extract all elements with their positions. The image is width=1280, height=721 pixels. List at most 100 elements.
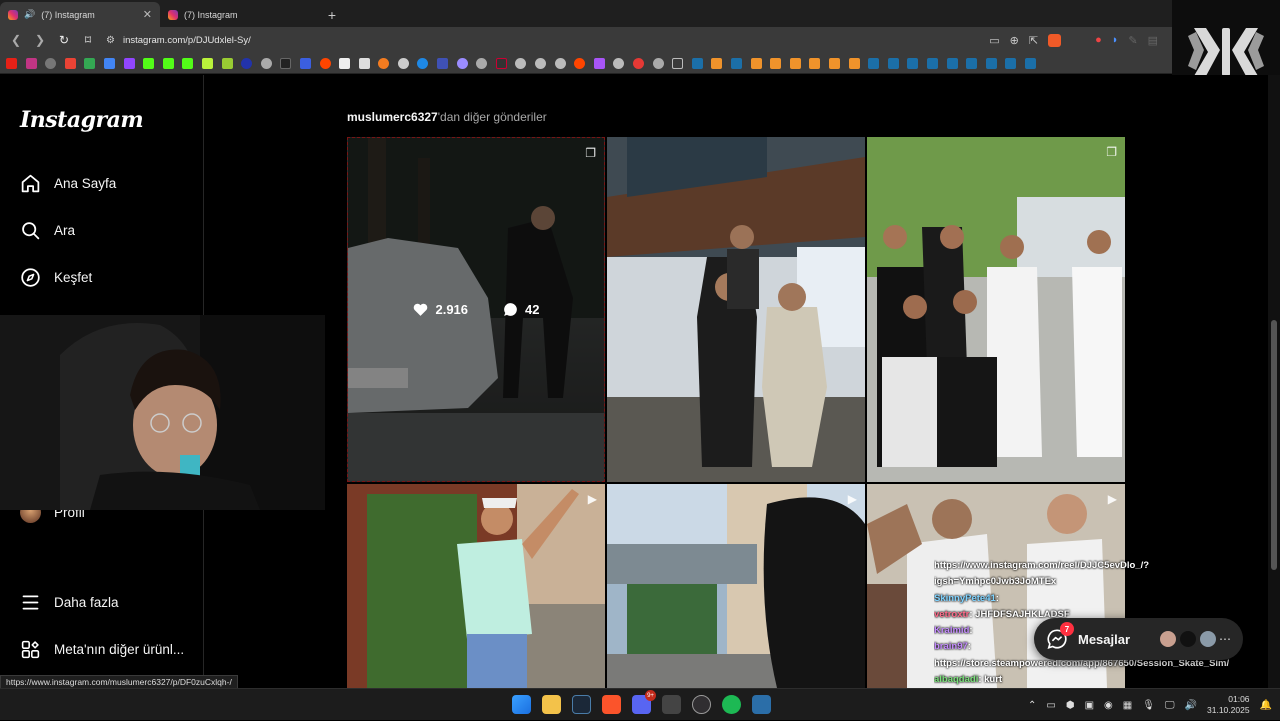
nav-explore[interactable]: Keşfet xyxy=(20,267,92,288)
bookmark-icon[interactable] xyxy=(809,57,821,69)
post-thumbnail[interactable]: 2.916 42 ❐ xyxy=(347,137,605,482)
battery-icon[interactable]: ▭ xyxy=(1046,700,1055,711)
tray-icon[interactable]: ▦ xyxy=(1123,700,1132,711)
clock[interactable]: 01:06 31.10.2025 xyxy=(1207,694,1250,716)
browser-tab-active[interactable]: 🔊 (7) Instagram ✕ xyxy=(0,2,160,27)
bookmark-icon[interactable] xyxy=(593,57,605,69)
chevron-up-icon[interactable]: ⌃ xyxy=(1028,700,1036,711)
bookmark-icon[interactable] xyxy=(495,57,507,69)
bookmark-icon[interactable] xyxy=(554,57,566,69)
bookmark-icon[interactable] xyxy=(456,57,468,69)
bookmark-icon[interactable] xyxy=(103,57,115,69)
bookmark-icon[interactable] xyxy=(260,57,272,69)
bookmark-icon[interactable] xyxy=(299,57,311,69)
bookmark-steam-icon[interactable] xyxy=(907,57,919,69)
nav-more[interactable]: Daha fazla xyxy=(20,592,119,613)
page-scrollbar[interactable] xyxy=(1268,75,1280,688)
network-icon[interactable]: 🖵 xyxy=(1165,700,1175,711)
post-thumbnail[interactable]: ▶ xyxy=(607,484,865,688)
bookmark-steam-icon[interactable] xyxy=(868,57,880,69)
post-hover-overlay[interactable]: 2.916 42 xyxy=(348,138,604,481)
windows-start-icon[interactable] xyxy=(512,695,531,714)
bookmark-steam-icon[interactable] xyxy=(691,57,703,69)
folder-icon[interactable] xyxy=(672,57,684,69)
messages-button[interactable]: 7 Mesajlar ⋯ xyxy=(1034,618,1243,660)
username-link[interactable]: muslumerc6327 xyxy=(347,110,438,124)
bookmark-icon[interactable] xyxy=(750,57,762,69)
bookmark-icon[interactable] xyxy=(770,57,782,69)
brave-shield-icon[interactable] xyxy=(1048,33,1062,47)
nav-home[interactable]: Ana Sayfa xyxy=(20,173,116,194)
app-icon[interactable] xyxy=(752,695,771,714)
post-thumbnail[interactable]: ▶ xyxy=(347,484,605,688)
scrollbar-thumb[interactable] xyxy=(1271,320,1277,570)
bookmark-icon[interactable] xyxy=(241,57,253,69)
bookmark-kick-icon[interactable] xyxy=(182,57,194,69)
bookmark-icon[interactable] xyxy=(711,57,723,69)
bookmark-steam-icon[interactable] xyxy=(887,57,899,69)
extension-icon[interactable]: ● xyxy=(1095,34,1102,46)
bookmark-twitch-icon[interactable] xyxy=(123,57,135,69)
address-bar[interactable]: ⚙ instagram.com/p/DJUdxlel-Sy/ xyxy=(102,30,985,50)
bookmark-kick-icon[interactable] xyxy=(162,57,174,69)
bookmark-instagram-icon[interactable] xyxy=(25,57,37,69)
volume-icon[interactable]: 🔊 xyxy=(1185,700,1197,711)
bookmark-amazon-icon[interactable] xyxy=(358,57,370,69)
microphone-icon[interactable]: 🎙 xyxy=(1142,700,1155,711)
app-icon[interactable] xyxy=(662,695,681,714)
discord-icon[interactable]: 9+ xyxy=(632,690,656,714)
bookmark-icon[interactable] xyxy=(535,57,547,69)
share-icon[interactable]: ⇱ xyxy=(1029,34,1038,47)
tray-icon[interactable]: ▣ xyxy=(1085,700,1094,711)
bookmark-icon[interactable] xyxy=(339,57,351,69)
bookmark-icon[interactable] xyxy=(378,57,390,69)
bookmark-icon[interactable] xyxy=(417,57,429,69)
bookmark-icon[interactable] xyxy=(45,57,57,69)
bookmark-icon[interactable]: ⌑ xyxy=(78,30,98,50)
notification-icon[interactable]: 🔔 xyxy=(1260,700,1272,711)
bookmark-steam-icon[interactable] xyxy=(1024,57,1036,69)
bookmark-kick-icon[interactable] xyxy=(143,57,155,69)
bookmark-icon[interactable] xyxy=(515,57,527,69)
bookmark-drive-icon[interactable] xyxy=(84,57,96,69)
bookmark-gmail-icon[interactable] xyxy=(64,57,76,69)
back-icon[interactable]: ❮ xyxy=(6,30,26,50)
browser-tab[interactable]: (7) Instagram xyxy=(160,2,320,27)
bookmark-icon[interactable] xyxy=(789,57,801,69)
bookmark-icon[interactable] xyxy=(221,57,233,69)
bookmark-x-icon[interactable] xyxy=(280,57,292,69)
instagram-logo[interactable]: Instagram xyxy=(20,107,144,133)
cast-icon[interactable]: ▭ xyxy=(989,34,999,47)
bookmark-icon[interactable] xyxy=(613,57,625,69)
bookmark-icon[interactable] xyxy=(652,57,664,69)
steam-tray-icon[interactable]: ◉ xyxy=(1104,700,1113,711)
new-tab-button[interactable]: + xyxy=(320,2,344,27)
obs-icon[interactable] xyxy=(692,695,711,714)
file-explorer-icon[interactable] xyxy=(542,695,561,714)
reload-icon[interactable]: ↻ xyxy=(54,30,74,50)
bookmark-icon[interactable] xyxy=(476,57,488,69)
extension-icon[interactable]: ◗ xyxy=(1112,34,1119,46)
site-info-icon[interactable]: ⚙ xyxy=(106,35,115,46)
bookmark-steam-icon[interactable] xyxy=(730,57,742,69)
post-thumbnail[interactable] xyxy=(607,137,865,482)
bookmark-youtube-icon[interactable] xyxy=(6,57,17,69)
spotify-icon[interactable] xyxy=(722,695,741,714)
extension-icon[interactable]: ▤ xyxy=(1148,34,1158,47)
tray-icon[interactable]: ⬢ xyxy=(1066,700,1075,711)
close-tab-icon[interactable]: ✕ xyxy=(143,8,152,21)
nav-meta-apps[interactable]: Meta'nın diğer ürünl... xyxy=(20,639,184,660)
forward-icon[interactable]: ❯ xyxy=(30,30,50,50)
bookmark-icon[interactable] xyxy=(201,57,213,69)
url-text[interactable]: instagram.com/p/DJUdxlel-Sy/ xyxy=(123,35,251,46)
bookmark-icon[interactable] xyxy=(633,57,644,69)
brave-icon[interactable] xyxy=(602,695,621,714)
bookmark-reddit-icon[interactable] xyxy=(319,57,331,69)
bookmark-steam-icon[interactable] xyxy=(966,57,978,69)
post-thumbnail[interactable]: ❐ xyxy=(867,137,1125,482)
bookmark-reddit-icon[interactable] xyxy=(574,57,586,69)
speaker-icon[interactable]: 🔊 xyxy=(24,9,35,20)
extension-icon[interactable]: ✎ xyxy=(1128,34,1137,47)
bookmark-steam-icon[interactable] xyxy=(985,57,997,69)
bookmark-icon[interactable] xyxy=(397,57,409,69)
